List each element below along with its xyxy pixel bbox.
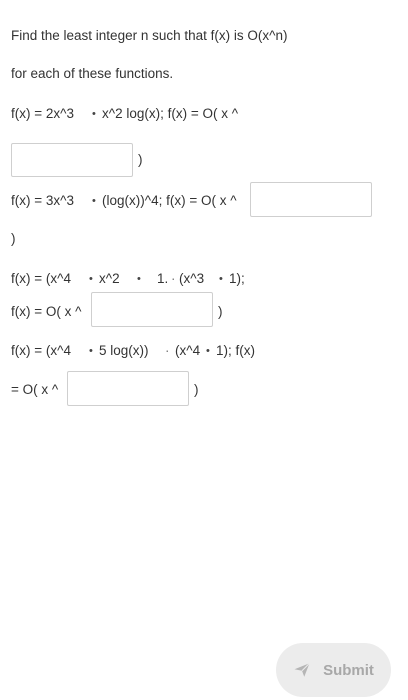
big-o-prefix: f(x) = O( x ^: [11, 304, 82, 319]
answer-input-4[interactable]: [67, 371, 189, 406]
close-paren: ): [11, 231, 16, 246]
close-paren: ): [194, 382, 199, 397]
function-expression-rest: (log(x))^4; f(x) = O( x ^: [102, 193, 237, 208]
function-expression-rest: 1);: [229, 271, 245, 286]
bullet-operator: •: [219, 273, 223, 285]
function-term: x^2: [99, 271, 120, 286]
answer-input-1[interactable]: [11, 143, 133, 177]
function-expression: f(x) = (x^4: [11, 271, 71, 286]
paper-plane-icon: [294, 662, 310, 677]
bullet-operator: •: [206, 345, 210, 357]
function-expression: f(x) = (x^4: [11, 343, 71, 358]
close-paren: ): [138, 152, 143, 167]
submit-label: Submit: [323, 661, 374, 679]
submit-button[interactable]: Submit: [276, 643, 391, 697]
function-term: 1.: [157, 271, 169, 286]
function-term: 5 log(x)): [99, 343, 149, 358]
function-term: (x^4: [175, 343, 201, 358]
bullet-operator: •: [89, 345, 93, 357]
function-expression: f(x) = 2x^3: [11, 106, 74, 121]
answer-input-2[interactable]: [250, 182, 372, 217]
answer-input-3[interactable]: [91, 292, 213, 327]
question-text-line2: for each of these functions.: [11, 66, 174, 81]
bullet-operator: •: [89, 273, 93, 285]
bullet-operator: •: [137, 273, 141, 285]
bullet-operator: •: [92, 108, 96, 120]
function-expression: f(x) = 3x^3: [11, 193, 74, 208]
function-term: (x^3: [179, 271, 205, 286]
function-expression-rest: 1); f(x): [216, 343, 255, 358]
multiply-dot: ·: [171, 271, 176, 286]
close-paren: ): [218, 304, 223, 319]
question-text-line1: Find the least integer n such that f(x) …: [11, 28, 288, 43]
function-expression-rest: x^2 log(x); f(x) = O( x ^: [102, 106, 239, 121]
big-o-prefix: = O( x ^: [11, 382, 59, 397]
multiply-dot: ·: [165, 343, 170, 358]
bullet-operator: •: [92, 195, 96, 207]
